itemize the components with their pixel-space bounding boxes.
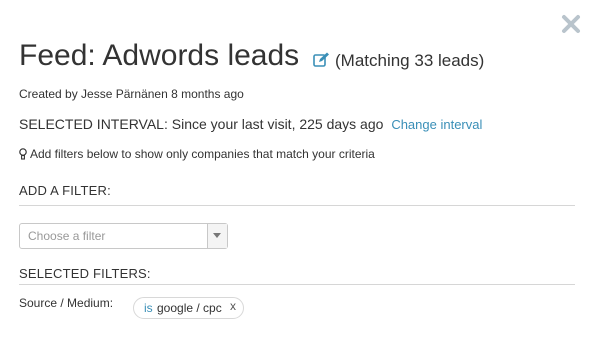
choose-filter-select[interactable]: Choose a filter (19, 223, 228, 249)
edit-title-button[interactable] (313, 52, 330, 68)
lightbulb-icon (19, 148, 27, 160)
selected-interval: SELECTED INTERVAL: Since your last visit… (19, 115, 482, 134)
filter-operator: is (144, 301, 153, 315)
filter-tag[interactable]: is google / cpc x (133, 297, 244, 319)
created-by-text: Created by Jesse Pärnänen 8 months ago (19, 87, 244, 101)
filter-label: Source / Medium: (19, 296, 114, 310)
edit-icon (313, 52, 329, 67)
page-title: Feed: Adwords leads (19, 39, 300, 72)
hint-text: Add filters below to show only companies… (30, 147, 375, 161)
filter-hint: Add filters below to show only companies… (19, 146, 375, 162)
divider (19, 205, 575, 206)
matching-count: (Matching 33 leads) (335, 51, 485, 70)
chevron-down-icon (213, 233, 221, 238)
select-placeholder: Choose a filter (28, 229, 106, 243)
remove-filter-button[interactable]: x (230, 296, 236, 316)
close-icon (562, 15, 580, 33)
interval-text: SELECTED INTERVAL: Since your last visit… (19, 116, 384, 132)
close-button[interactable] (561, 14, 581, 34)
selected-filters-heading: SELECTED FILTERS: (19, 266, 151, 281)
change-interval-link[interactable]: Change interval (391, 117, 482, 132)
divider (19, 284, 575, 285)
select-arrow[interactable] (207, 224, 227, 248)
add-filter-heading: ADD A FILTER: (19, 183, 111, 198)
filter-value: google / cpc (157, 301, 222, 315)
